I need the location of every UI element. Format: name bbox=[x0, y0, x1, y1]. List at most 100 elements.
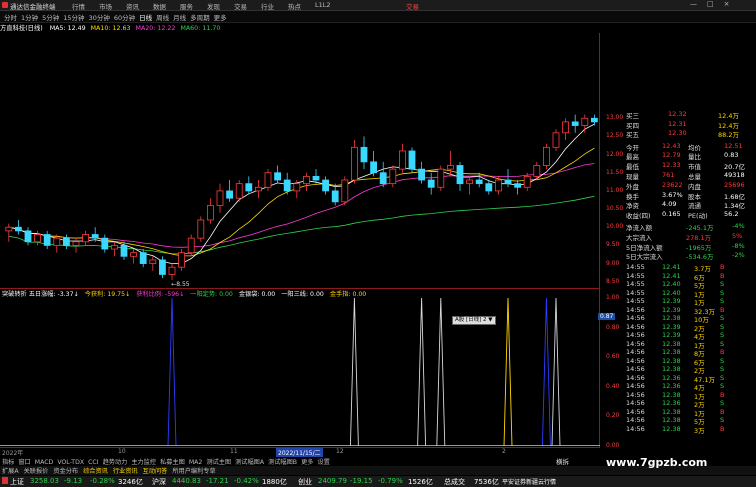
indicator-tab[interactable]: 趋势动力 bbox=[103, 459, 128, 466]
cy-change: -19.15 bbox=[350, 477, 373, 485]
indicator-tab[interactable]: 更多 bbox=[301, 459, 313, 466]
time-axis-label: 10 bbox=[118, 448, 126, 455]
minimize-icon[interactable]: — bbox=[690, 0, 697, 8]
menu-item[interactable]: L1L2 bbox=[315, 1, 331, 11]
candle bbox=[571, 114, 579, 133]
period-tab[interactable]: 月线 bbox=[173, 12, 186, 22]
tick-side: S bbox=[720, 322, 725, 331]
period-tab[interactable]: 周线 bbox=[156, 12, 169, 22]
price-axis-label: 9.00 bbox=[606, 259, 620, 267]
tick-time: 14:56 bbox=[626, 348, 645, 357]
extension-tab[interactable]: 行业资讯 bbox=[113, 468, 138, 475]
indicator-tab[interactable]: MA2 bbox=[189, 459, 203, 466]
tick-price: 12.39 bbox=[662, 322, 681, 331]
menu-item[interactable]: 资讯 bbox=[126, 1, 139, 11]
menu-item[interactable]: 行情 bbox=[72, 1, 85, 11]
candle bbox=[446, 150, 454, 177]
indicator-legend: 突破转折 五日涨幅: -3.37↓ 今获利: 19.75↓ 获利比例: -596↓ 一… bbox=[0, 289, 600, 298]
candle bbox=[437, 165, 445, 191]
indicator-tab[interactable]: 测试主图 bbox=[206, 459, 231, 466]
indicator-tab[interactable]: 测试幅图A bbox=[235, 459, 264, 466]
trade-button[interactable]: 交易 bbox=[406, 1, 419, 11]
indicator-tab[interactable]: 私募主图 bbox=[160, 459, 185, 466]
extension-tab[interactable]: 互动问答 bbox=[143, 468, 168, 475]
indicator-axis-label: 0.80 bbox=[606, 323, 620, 331]
tick-side: B bbox=[720, 390, 725, 399]
candle bbox=[235, 180, 243, 202]
close-icon[interactable]: × bbox=[724, 0, 730, 8]
signal-peak bbox=[436, 297, 446, 447]
period-tab[interactable]: 5分钟 bbox=[42, 12, 59, 22]
menu-item[interactable]: 交易 bbox=[234, 1, 247, 11]
tick-time: 14:56 bbox=[626, 365, 645, 374]
price-axis-label: 11.50 bbox=[606, 168, 624, 176]
maximize-icon[interactable]: □ bbox=[707, 0, 714, 8]
side-label[interactable]: 横拆 bbox=[556, 456, 569, 466]
tick-side: S bbox=[720, 373, 725, 382]
menu-item[interactable]: 热点 bbox=[288, 1, 301, 11]
main-menu: 行情 市场 资讯 数据 服务 发现 交易 行业 热点 L1L2 bbox=[72, 1, 331, 11]
period-tab[interactable]: 1分钟 bbox=[21, 12, 38, 22]
candle bbox=[197, 216, 205, 242]
cy-amount: 1526亿 bbox=[408, 478, 433, 486]
menu-item[interactable]: 数据 bbox=[153, 1, 166, 11]
stat-value: 23622 bbox=[662, 180, 683, 189]
indicator-tab[interactable]: MACD bbox=[35, 459, 54, 466]
tick-price: 12.36 bbox=[662, 373, 681, 382]
bid-label: 买四 bbox=[626, 121, 639, 130]
tick-side: S bbox=[720, 280, 725, 289]
indicator-tab[interactable]: VOL-TDX bbox=[57, 459, 84, 466]
tick-price: 12.39 bbox=[662, 305, 681, 314]
candle bbox=[5, 223, 13, 242]
period-tab[interactable]: 30分钟 bbox=[89, 12, 110, 22]
extension-tab[interactable]: 资金分布 bbox=[53, 468, 78, 475]
menu-item[interactable]: 行业 bbox=[261, 1, 274, 11]
stat-label: PE(动) bbox=[688, 212, 708, 221]
period-tab[interactable]: 分时 bbox=[4, 12, 17, 22]
extension-tab[interactable]: 扩展A bbox=[2, 468, 19, 475]
tick-volume: 3万 bbox=[694, 426, 705, 435]
extension-tab[interactable]: 所用户编利专草 bbox=[172, 468, 215, 475]
indicator-tab[interactable]: 测试幅图B bbox=[268, 459, 297, 466]
period-tab[interactable]: 15分钟 bbox=[63, 12, 84, 22]
sz-label[interactable]: 沪深 bbox=[152, 477, 166, 487]
candle bbox=[456, 161, 464, 191]
menu-item[interactable]: 市场 bbox=[99, 1, 112, 11]
extension-tab[interactable]: 综合资讯 bbox=[83, 468, 108, 475]
fund-flow-row: 大宗流入 278.1万 5% bbox=[602, 232, 742, 242]
menu-item[interactable]: 服务 bbox=[180, 1, 193, 11]
period-toolbar: 分时 1分钟 5分钟 15分钟 30分钟 60分钟 日线 周线 月线 多周期 更多 bbox=[0, 11, 756, 23]
signal-peak bbox=[503, 297, 513, 447]
indicator-tab[interactable]: 主力监控 bbox=[131, 459, 156, 466]
tick-side: S bbox=[720, 382, 725, 391]
period-tab[interactable]: 60分钟 bbox=[114, 12, 135, 22]
extension-tab[interactable]: 关联报价 bbox=[24, 468, 49, 475]
indicator-tab[interactable]: 设置 bbox=[317, 459, 329, 466]
sh-label[interactable]: 上证 bbox=[10, 477, 24, 487]
tick-price: 12.39 bbox=[662, 297, 681, 306]
period-tab[interactable]: 日线 bbox=[139, 12, 152, 22]
sh-value: 3258.03 bbox=[30, 477, 59, 485]
tick-side: S bbox=[720, 339, 725, 348]
tick-time: 14:55 bbox=[626, 280, 645, 289]
signal-peak bbox=[417, 297, 427, 447]
time-axis-label: 2022年 bbox=[2, 450, 24, 457]
app-title: 通达信金融终端 bbox=[10, 3, 56, 11]
menu-item[interactable]: 发现 bbox=[207, 1, 220, 11]
period-tab[interactable]: 更多 bbox=[214, 12, 227, 22]
indicator-legend-item: 获利比例: -596↓ bbox=[136, 291, 185, 298]
candle bbox=[206, 198, 214, 224]
kline-chart[interactable]: ←8.55 bbox=[0, 33, 600, 481]
indicator-tab[interactable]: 窗口 bbox=[18, 459, 30, 466]
stat-label: 外盘 bbox=[626, 182, 639, 191]
indicator-axis-label: 1.00 bbox=[606, 294, 620, 301]
indicator-tab[interactable]: 指标 bbox=[2, 459, 14, 466]
ma-legend-item: MA60: 11.70 bbox=[180, 25, 221, 32]
tick-side: B bbox=[720, 263, 725, 272]
candle bbox=[398, 143, 406, 173]
cy-label[interactable]: 创业 bbox=[298, 477, 312, 487]
signal-peak bbox=[349, 297, 359, 447]
indicator-tab[interactable]: CCI bbox=[88, 459, 98, 466]
stat-label: 总量 bbox=[688, 172, 701, 181]
period-tab[interactable]: 多周期 bbox=[190, 12, 210, 22]
